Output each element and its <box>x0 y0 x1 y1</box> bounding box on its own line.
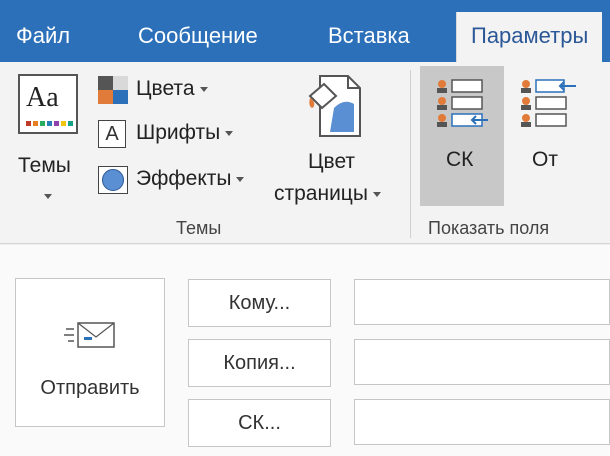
bcc-fields-icon <box>437 79 488 127</box>
compose-area: Отправить Кому... Копия... СК... <box>0 245 610 456</box>
tab-options[interactable]: Параметры <box>456 12 603 64</box>
effects-icon <box>98 166 128 194</box>
page-color-label-line1: Цвет <box>308 150 356 173</box>
cc-button[interactable]: Копия... <box>188 339 331 387</box>
show-bcc-label: СК <box>446 148 474 171</box>
send-icon <box>64 322 115 348</box>
themes-button[interactable]: Aa Темы <box>12 68 84 213</box>
page-color-icon <box>308 75 361 137</box>
chevron-down-icon <box>236 176 245 182</box>
page-color-button[interactable]: Цвет страницы <box>268 68 398 213</box>
bcc-field[interactable] <box>354 399 610 445</box>
bcc-button[interactable]: СК... <box>188 399 331 447</box>
colors-button[interactable]: Цвета <box>98 74 228 106</box>
show-bcc-button[interactable]: СК <box>420 66 504 206</box>
tab-insert[interactable]: Вставка <box>328 0 410 62</box>
effects-button[interactable]: Эффекты <box>98 164 258 196</box>
fonts-button[interactable]: A Шрифты <box>98 118 248 150</box>
show-from-button[interactable]: От <box>510 66 594 206</box>
to-field[interactable] <box>354 279 610 325</box>
chevron-down-icon <box>225 130 234 136</box>
effects-label: Эффекты <box>136 167 245 191</box>
show-from-label: От <box>532 148 558 171</box>
themes-icon: Aa <box>18 74 78 134</box>
tab-message[interactable]: Сообщение <box>138 0 258 62</box>
show-fields-group-label: Показать поля <box>428 218 550 238</box>
tab-file[interactable]: Файл <box>16 0 70 62</box>
fonts-label: Шрифты <box>136 121 234 145</box>
send-label: Отправить <box>40 377 140 399</box>
colors-icon <box>98 76 128 104</box>
send-button[interactable]: Отправить <box>15 278 165 427</box>
themes-label: Темы <box>18 154 71 177</box>
chevron-down-icon <box>372 191 381 197</box>
themes-group-label: Темы <box>176 218 222 238</box>
ribbon-tab-bar: Файл Сообщение Вставка Параметры <box>0 0 610 64</box>
from-field-icon <box>521 79 576 127</box>
fonts-icon: A <box>98 120 126 148</box>
chevron-down-icon <box>44 188 52 206</box>
to-button[interactable]: Кому... <box>188 279 331 327</box>
theme-color-strip <box>26 121 73 126</box>
group-divider <box>410 70 411 238</box>
ribbon: Aa Темы Цвета A Шрифты Эффекты Цвет стра… <box>0 62 610 244</box>
colors-label: Цвета <box>136 77 208 101</box>
theme-preview-text: Aa <box>26 82 59 113</box>
cc-field[interactable] <box>354 339 610 385</box>
page-color-label-line2: страницы <box>274 182 381 206</box>
chevron-down-icon <box>199 86 208 92</box>
